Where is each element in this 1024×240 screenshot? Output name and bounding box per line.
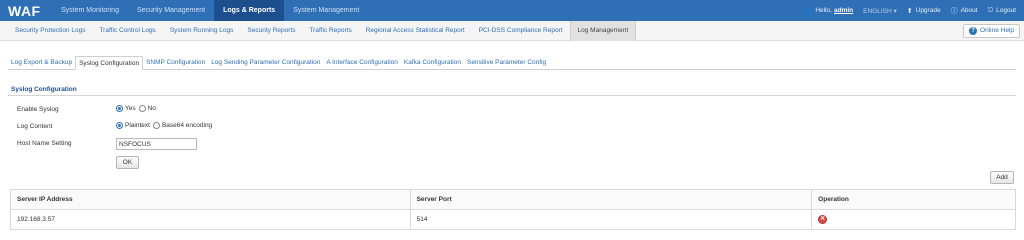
about-label: About — [960, 7, 978, 14]
sub-nav-regional-access-report[interactable]: Regional Access Statistical Report — [359, 21, 472, 41]
delete-icon[interactable]: ✕ — [818, 215, 828, 224]
upgrade-label: Upgrade — [915, 7, 941, 14]
top-nav-bar: WAF System Monitoring Security Managemen… — [0, 0, 1024, 21]
log-management-tabs: Log Export & Backup Syslog Configuration… — [8, 56, 1016, 70]
add-button[interactable]: Add — [990, 171, 1014, 184]
syslog-server-table: Server IP Address Server Port Operation … — [10, 189, 1016, 230]
main-nav: System Monitoring Security Management Lo… — [52, 0, 368, 21]
section-title: Syslog Configuration — [11, 86, 77, 93]
host-name-label: Host Name Setting — [17, 140, 72, 147]
user-greeting: 👤 Hello, admin — [804, 7, 854, 15]
user-icon: 👤 — [803, 7, 813, 15]
info-icon: ⓘ — [950, 7, 958, 15]
username-link[interactable]: admin — [834, 7, 853, 14]
table-header-row: Server IP Address Server Port Operation — [10, 189, 1016, 210]
tab-sensitive-parameter-config[interactable]: Sensitive Parameter Config — [464, 56, 549, 70]
tab-snmp-configuration[interactable]: SNMP Configuration — [143, 56, 208, 70]
section-divider — [8, 95, 1016, 96]
user-bar: 👤 Hello, admin ENGLISH ▾ ⬆ Upgrade ⓘ Abo… — [794, 0, 1016, 21]
enable-yes-radio[interactable] — [116, 105, 123, 112]
content-plaintext-label: Plaintext — [125, 122, 150, 129]
sub-nav-security-protection-logs[interactable]: Security Protection Logs — [8, 21, 92, 41]
tab-kafka-configuration[interactable]: Kafka Configuration — [401, 56, 464, 70]
main-nav-system-management[interactable]: System Management — [284, 0, 368, 21]
content-plaintext-option[interactable]: Plaintext — [116, 122, 150, 129]
online-help-button[interactable]: ? Online Help — [963, 24, 1020, 38]
sub-nav-bar: Security Protection Logs Traffic Control… — [0, 21, 1024, 41]
upgrade-link[interactable]: ⬆ Upgrade — [907, 7, 941, 15]
table-row: 192.168.3.57 514 ✕ — [10, 209, 1016, 230]
language-select[interactable]: ENGLISH ▾ — [863, 7, 897, 15]
host-name-input[interactable] — [116, 138, 197, 150]
tab-a-interface-configuration[interactable]: A Interface Configuration — [323, 56, 401, 70]
logout-label: Logout — [996, 7, 1016, 14]
enable-syslog-label: Enable Syslog — [17, 106, 59, 113]
sub-nav-log-management[interactable]: Log Management — [569, 21, 637, 41]
logout-icon: ⎋ — [987, 6, 994, 14]
about-link[interactable]: ⓘ About — [951, 6, 978, 16]
column-header-operation: Operation — [811, 189, 1016, 210]
operation-cell: ✕ — [811, 209, 1016, 230]
server-ip-cell: 192.168.3.57 — [10, 209, 411, 230]
sub-nav-pci-dss-report[interactable]: PCI-DSS Compliance Report — [472, 21, 570, 41]
server-port-cell: 514 — [409, 209, 813, 230]
content-base64-radio[interactable] — [152, 122, 160, 129]
ok-button[interactable]: OK — [116, 156, 139, 169]
enable-yes-label: Yes — [125, 105, 136, 112]
log-content-radio-group: Plaintext Base64 encoding — [116, 122, 215, 129]
hello-text: Hello, — [815, 7, 832, 14]
tab-log-export-backup[interactable]: Log Export & Backup — [8, 56, 75, 70]
sub-nav-system-running-logs[interactable]: System Running Logs — [163, 21, 241, 41]
enable-no-radio[interactable] — [138, 105, 146, 112]
help-icon: ? — [969, 27, 978, 35]
content-base64-option[interactable]: Base64 encoding — [152, 122, 213, 129]
sub-nav-security-reports[interactable]: Security Reports — [240, 21, 302, 41]
content-base64-label: Base64 encoding — [161, 122, 213, 129]
sub-nav-traffic-control-logs[interactable]: Traffic Control Logs — [92, 21, 162, 41]
main-nav-security-management[interactable]: Security Management — [128, 0, 214, 21]
online-help-label: Online Help — [980, 27, 1014, 34]
log-content-label: Log Content — [17, 123, 53, 130]
enable-yes-option[interactable]: Yes — [116, 105, 136, 112]
waf-logo: WAF — [8, 3, 41, 19]
main-nav-logs-reports[interactable]: Logs & Reports — [214, 0, 285, 21]
sub-nav-traffic-reports[interactable]: Traffic Reports — [302, 21, 358, 41]
enable-no-label: No — [147, 105, 156, 112]
upgrade-icon: ⬆ — [906, 7, 913, 15]
enable-no-option[interactable]: No — [138, 105, 156, 112]
column-header-server-ip: Server IP Address — [10, 189, 411, 210]
logout-link[interactable]: ⎋ Logout — [988, 7, 1016, 15]
column-header-server-port: Server Port — [409, 189, 813, 210]
tab-log-sending-parameter[interactable]: Log Sending Parameter Configuration — [208, 56, 323, 70]
enable-syslog-radio-group: Yes No — [116, 105, 159, 112]
content-plaintext-radio[interactable] — [116, 122, 123, 129]
main-nav-system-monitoring[interactable]: System Monitoring — [52, 0, 128, 21]
sub-nav: Security Protection Logs Traffic Control… — [8, 21, 637, 41]
tab-syslog-configuration[interactable]: Syslog Configuration — [75, 56, 144, 70]
